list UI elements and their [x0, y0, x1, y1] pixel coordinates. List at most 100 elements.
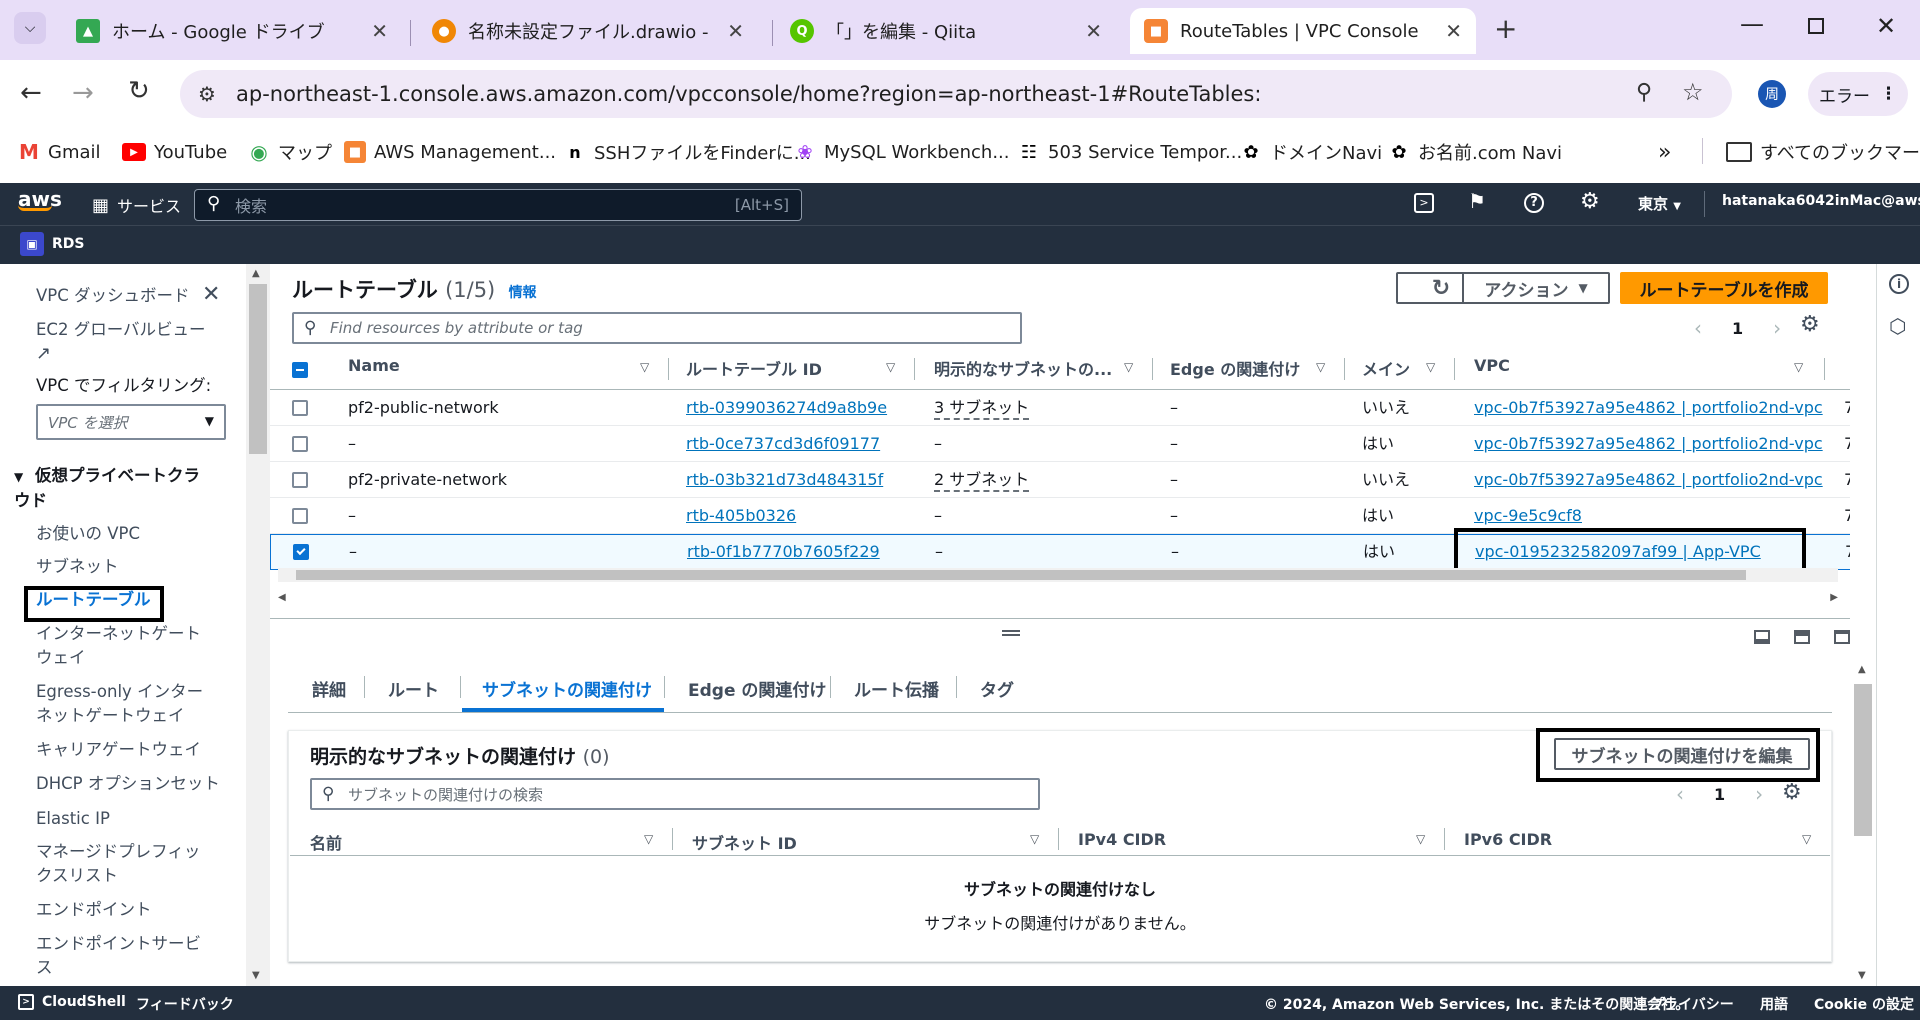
row-checkbox[interactable] — [292, 400, 308, 416]
bookmark-star-icon[interactable]: ☆ — [1682, 78, 1704, 106]
scroll-down-icon[interactable]: ▼ — [1858, 970, 1866, 981]
page-number[interactable]: 1 — [1714, 785, 1725, 804]
edit-subnet-associations-button[interactable]: サブネットの関連付けを編集 — [1554, 738, 1810, 770]
nav-vpc-dashboard[interactable]: VPC ダッシュボード — [36, 284, 190, 308]
scroll-up-icon[interactable]: ▲ — [1858, 664, 1866, 675]
row-checkbox-checked[interactable] — [293, 544, 309, 560]
account-menu[interactable]: hatanaka6042inMac@aws ▼ — [1722, 193, 1920, 209]
tab-search-button[interactable]: ⌵ — [14, 12, 46, 44]
cell-vpc[interactable]: vpc-0b7f53927a95e4862 | portfolio2nd-vpc — [1474, 434, 1823, 454]
site-settings-icon[interactable]: ⚙ — [198, 82, 216, 106]
settings-gear-icon[interactable]: ⚙ — [1580, 189, 1600, 214]
tab-route-propagation[interactable]: ルート伝播 — [854, 676, 939, 701]
cell-vpc[interactable]: vpc-0b7f53927a95e4862 | portfolio2nd-vpc — [1474, 470, 1823, 490]
browser-tab[interactable]: ▲ ホーム - Google ドライブ ✕ — [62, 8, 402, 54]
cell-subnets[interactable]: 2 サブネット — [934, 470, 1030, 492]
sort-caret-icon[interactable]: ▽ — [644, 832, 653, 846]
table-row[interactable]: pf2-private-network rtb-03b321d73d484315… — [270, 462, 1876, 498]
nav-subnets[interactable]: サブネット — [36, 555, 119, 579]
cell-vpc[interactable]: vpc-0195232582097af99 | App-VPC — [1475, 542, 1761, 562]
bookmark-notion[interactable]: n SSHファイルをFinderに... — [564, 138, 811, 166]
nav-route-tables[interactable]: ルートテーブル — [36, 588, 151, 612]
services-menu[interactable]: ▦ サービス — [92, 193, 181, 217]
sort-caret-icon[interactable]: ▽ — [1416, 832, 1425, 846]
nav-dhcp-options[interactable]: DHCP オプションセット — [36, 772, 220, 796]
table-h-scrollbar[interactable] — [278, 568, 1838, 582]
cell-route-table-id[interactable]: rtb-0ce737cd3d6f09177 — [686, 434, 880, 454]
table-row[interactable]: – rtb-0ce737cd3d6f09177 – – はい vpc-0b7f5… — [270, 426, 1876, 462]
chevron-right-icon[interactable]: › — [1773, 316, 1781, 340]
cookie-settings-link[interactable]: Cookie の設定 — [1814, 994, 1914, 1014]
close-icon[interactable]: ✕ — [1445, 19, 1462, 43]
col-header-route-table-id[interactable]: ルートテーブル ID — [686, 356, 822, 380]
split-bottom-icon[interactable] — [1754, 630, 1770, 644]
nav-ec2-global-view[interactable]: EC2 グローバルビュー ↗ — [36, 318, 216, 366]
cell-route-table-id[interactable]: rtb-0399036274d9a8b9e — [686, 398, 887, 418]
aws-search-input[interactable]: ⚲ 検索 [Alt+S] — [194, 189, 802, 221]
bookmark-service[interactable]: ☷ 503 Service Tempor... — [1018, 138, 1242, 166]
close-icon[interactable]: ✕ — [1085, 19, 1102, 43]
close-nav-icon[interactable]: ✕ — [202, 282, 220, 307]
favorite-rds[interactable]: ▣ RDS — [20, 232, 84, 256]
region-selector[interactable]: 東京 ▼ — [1638, 193, 1681, 214]
browser-tab[interactable]: ● 名称未設定ファイル.drawio - draw ✕ — [418, 8, 758, 54]
filter-input[interactable]: ⚲ Find resources by attribute or tag — [292, 312, 1022, 344]
subnet-search-input[interactable]: ⚲ サブネットの関連付けの検索 — [310, 778, 1040, 810]
scroll-right-icon[interactable]: ▶ — [1830, 592, 1838, 603]
col-header-subnet-id[interactable]: サブネット ID — [692, 830, 797, 854]
back-icon[interactable]: ← — [20, 78, 42, 108]
error-button[interactable]: エラー ⋮ — [1808, 72, 1908, 116]
help-icon[interactable]: ? — [1524, 193, 1544, 213]
sidenav-scrollbar[interactable]: ▲ ▼ — [246, 264, 270, 986]
privacy-link[interactable]: プライバシー — [1650, 994, 1734, 1014]
nav-internet-gateways[interactable]: インターネットゲートウェイ — [36, 622, 216, 670]
chevron-right-icon[interactable]: › — [1755, 782, 1763, 806]
cloudshell-icon[interactable]: > — [1414, 193, 1434, 213]
bookmark-onamae[interactable]: ✿ お名前.com Navi — [1388, 138, 1562, 166]
bookmark-domain-navi[interactable]: ✿ ドメインNavi — [1240, 138, 1382, 166]
scroll-thumb[interactable] — [249, 284, 267, 454]
notification-bell-icon[interactable]: ⚑ — [1468, 189, 1486, 213]
col-header-explicit-subnets[interactable]: 明示的なサブネットの... — [934, 356, 1112, 380]
table-row-selected[interactable]: – rtb-0f1b7770b7605f229 – – はい vpc-01952… — [270, 534, 1876, 570]
scroll-thumb[interactable] — [1854, 684, 1872, 836]
split-full-icon[interactable] — [1834, 630, 1850, 644]
chevron-left-icon[interactable]: ‹ — [1694, 316, 1702, 340]
reload-icon[interactable]: ↻ — [128, 76, 150, 106]
cell-route-table-id[interactable]: rtb-03b321d73d484315f — [686, 470, 883, 490]
chevron-left-icon[interactable]: ‹ — [1676, 782, 1684, 806]
cloudshell-link[interactable]: > CloudShell — [18, 994, 126, 1010]
tab-tags[interactable]: タグ — [980, 676, 1014, 701]
bookmark-mysql[interactable]: ❀ MySQL Workbench... — [794, 138, 1009, 166]
sort-caret-icon[interactable]: ▽ — [886, 360, 895, 374]
col-header-ipv4-cidr[interactable]: IPv4 CIDR — [1078, 830, 1166, 849]
row-checkbox[interactable] — [292, 436, 308, 452]
tab-routes[interactable]: ルート — [388, 676, 439, 701]
nav-endpoint-services[interactable]: エンドポイントサービス — [36, 932, 206, 980]
new-tab-button[interactable]: + — [1494, 12, 1517, 45]
sort-caret-icon[interactable]: ▽ — [1030, 832, 1039, 846]
cell-route-table-id[interactable]: rtb-0f1b7770b7605f229 — [687, 542, 880, 562]
sort-caret-icon[interactable]: ▽ — [640, 360, 649, 374]
profile-avatar[interactable]: 周 — [1758, 80, 1786, 108]
row-checkbox[interactable] — [292, 472, 308, 488]
sort-caret-icon[interactable]: ▽ — [1124, 360, 1133, 374]
cell-vpc[interactable]: vpc-0b7f53927a95e4862 | portfolio2nd-vpc — [1474, 398, 1823, 418]
browser-tab-active[interactable]: ■ RouteTables | VPC Console ✕ — [1130, 8, 1476, 54]
actions-button[interactable]: アクション ▼ — [1462, 272, 1610, 304]
minimize-button[interactable]: — — [1740, 10, 1764, 38]
scroll-thumb[interactable] — [296, 570, 1746, 580]
sort-caret-icon[interactable]: ▽ — [1316, 360, 1325, 374]
table-row[interactable]: pf2-public-network rtb-0399036274d9a8b9e… — [270, 390, 1876, 426]
detail-settings-icon[interactable]: ⚙ — [1782, 780, 1802, 805]
browser-tab[interactable]: Q 「」を編集 - Qiita ✕ — [776, 8, 1116, 54]
split-side-icon[interactable] — [1794, 630, 1810, 644]
select-all-checkbox[interactable] — [292, 362, 308, 378]
bookmark-aws[interactable]: ■ AWS Management... — [344, 138, 556, 166]
col-header-edge[interactable]: Edge の関連付け — [1170, 356, 1300, 380]
vpc-filter-select[interactable]: VPC を選択 ▼ — [36, 404, 226, 440]
terms-link[interactable]: 用語 — [1760, 994, 1788, 1014]
sort-caret-icon[interactable]: ▽ — [1794, 360, 1803, 374]
page-number[interactable]: 1 — [1732, 319, 1743, 338]
cell-subnets[interactable]: 3 サブネット — [934, 398, 1030, 420]
